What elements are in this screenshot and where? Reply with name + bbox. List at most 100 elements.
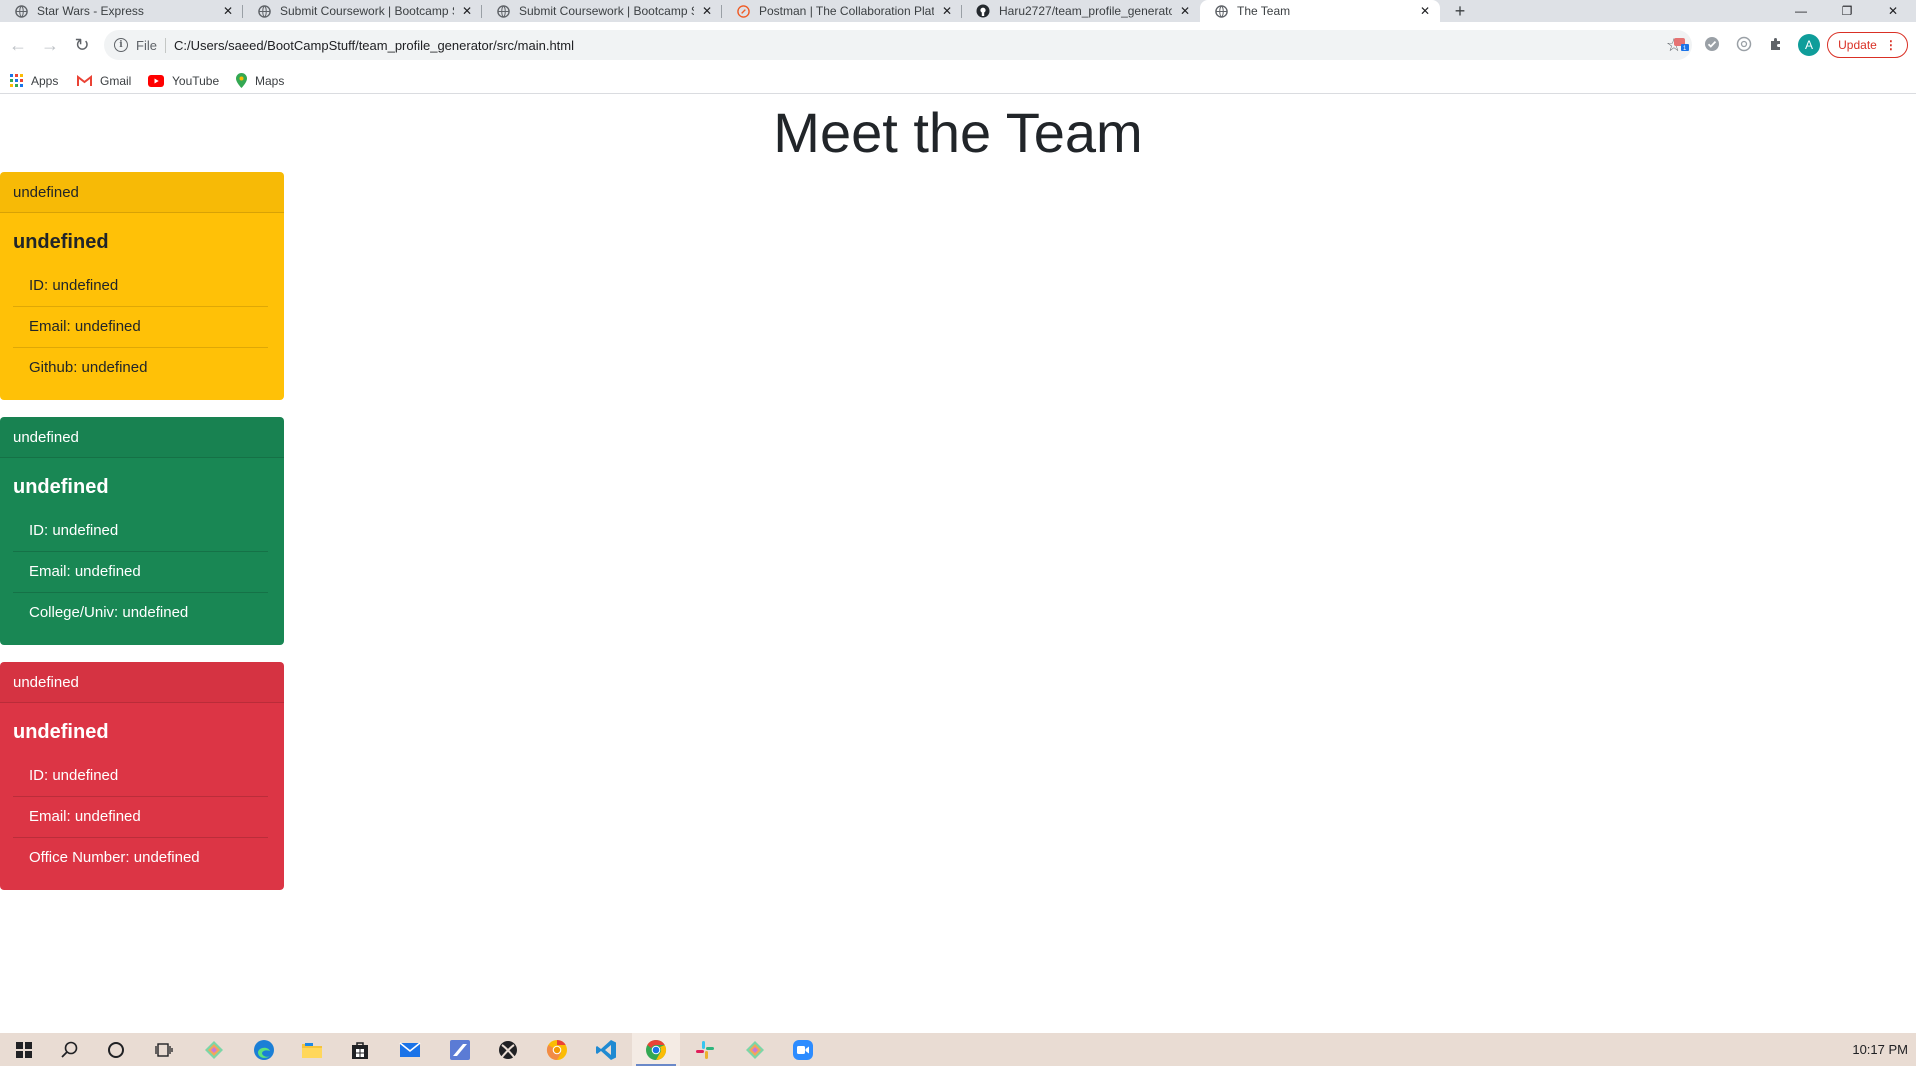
close-icon[interactable]: ✕ [1418, 4, 1432, 18]
back-arrow-icon[interactable]: ← [4, 22, 32, 68]
card-email-row: Email: undefined [13, 307, 268, 348]
card-header: undefined [0, 662, 284, 703]
slack-icon[interactable] [681, 1033, 729, 1066]
zoom-icon[interactable] [779, 1033, 827, 1066]
xbox-icon[interactable] [484, 1033, 532, 1066]
bookmark-label: YouTube [172, 73, 220, 88]
window-close-icon[interactable]: ✕ [1870, 0, 1916, 22]
circle-extension-icon[interactable] [1734, 34, 1754, 54]
card-header: undefined [0, 417, 284, 458]
puzzle-icon[interactable] [1766, 34, 1786, 54]
address-url[interactable]: C:/Users/saeed/BootCampStuff/team_profil… [174, 38, 574, 53]
card-name: undefined [13, 231, 109, 253]
address-bar[interactable]: i File C:/Users/saeed/BootCampStuff/team… [104, 30, 1692, 60]
bookmark-gmail[interactable]: Gmail [77, 68, 131, 93]
card-office-row: Office Number: undefined [29, 849, 200, 866]
page-content: Meet the Team undefined undefined ID: un… [0, 95, 1916, 1033]
gmail-icon [77, 74, 92, 87]
store-icon[interactable] [336, 1033, 384, 1066]
tab-star-wars[interactable]: Star Wars - Express ✕ [0, 0, 243, 22]
card-body: undefined ID: undefined Email: undefined… [0, 213, 284, 389]
globe-icon [496, 4, 510, 18]
tab-title: Submit Coursework | Bootcamp S [280, 4, 454, 18]
close-icon[interactable]: ✕ [700, 4, 714, 18]
tab-strip: Star Wars - Express ✕ Submit Coursework … [0, 0, 1916, 22]
extension-icon[interactable]: 1 [1672, 34, 1692, 54]
tab-title: Star Wars - Express [37, 4, 144, 18]
bookmark-apps[interactable]: Apps [10, 68, 58, 93]
card-id-row: ID: undefined [13, 266, 268, 307]
restore-icon[interactable]: ❐ [1824, 0, 1870, 22]
card-email-row: Email: undefined [13, 797, 268, 838]
card-header: undefined [0, 172, 284, 213]
vscode-icon[interactable] [582, 1033, 630, 1066]
taskbar-clock[interactable]: 10:17 PM [1852, 1033, 1908, 1066]
tab-the-team[interactable]: The Team ✕ [1200, 0, 1440, 22]
windows-taskbar: 10:17 PM [0, 1033, 1916, 1066]
close-icon[interactable]: ✕ [1178, 4, 1192, 18]
youtube-icon [148, 74, 164, 87]
forward-arrow-icon[interactable]: → [36, 22, 64, 68]
bookmark-label: Maps [255, 73, 285, 88]
tab-title: The Team [1237, 4, 1291, 18]
cortana-icon[interactable] [92, 1033, 140, 1066]
windows-start-icon[interactable] [0, 1033, 48, 1066]
new-tab-button[interactable]: + [1449, 0, 1471, 22]
search-icon[interactable] [45, 1033, 93, 1066]
bookmark-youtube[interactable]: YouTube [148, 68, 219, 93]
chrome-icon[interactable] [632, 1033, 680, 1066]
app-icon[interactable] [436, 1033, 484, 1066]
close-icon[interactable]: ✕ [460, 4, 474, 18]
task-view-icon[interactable] [140, 1033, 188, 1066]
card-name: undefined [13, 721, 109, 743]
tab-submit-coursework-2[interactable]: Submit Coursework | Bootcamp S ✕ [482, 0, 722, 22]
mail-icon[interactable] [386, 1033, 434, 1066]
globe-icon [257, 4, 271, 18]
bookmarks-bar: Apps Gmail YouTube Maps [0, 68, 1916, 94]
check-extension-icon[interactable] [1702, 34, 1722, 54]
card-email-row: Email: undefined [13, 552, 268, 593]
close-icon[interactable]: ✕ [940, 4, 954, 18]
maps-pin-icon [236, 73, 247, 88]
employee-card-manager: undefined undefined ID: undefined Email:… [0, 662, 284, 890]
gitkraken-icon[interactable] [190, 1033, 238, 1066]
card-body: undefined ID: undefined Email: undefined… [0, 703, 284, 879]
update-button[interactable]: Update ⋮ [1827, 32, 1908, 58]
address-scheme: File [136, 37, 166, 53]
globe-icon [14, 4, 28, 18]
employee-card-engineer: undefined undefined ID: undefined Email:… [0, 172, 284, 400]
apps-grid-icon [10, 74, 23, 87]
card-id-row: ID: undefined [13, 756, 268, 797]
tab-title: Haru2727/team_profile_generato [999, 4, 1172, 18]
tab-title: Postman | The Collaboration Plat [759, 4, 934, 18]
reload-icon[interactable]: ↻ [68, 22, 96, 68]
postman-icon [736, 4, 750, 18]
bookmark-label: Gmail [100, 73, 132, 88]
edge-icon[interactable] [240, 1033, 288, 1066]
chrome-canary-icon[interactable] [533, 1033, 581, 1066]
minimize-icon[interactable]: — [1778, 0, 1824, 22]
github-icon [976, 4, 990, 18]
close-icon[interactable]: ✕ [221, 4, 235, 18]
info-icon[interactable]: i [114, 38, 128, 52]
browser-toolbar: ← → ↻ i File C:/Users/saeed/BootCampStuf… [0, 22, 1916, 68]
bookmark-maps[interactable]: Maps [236, 68, 284, 93]
bookmark-label: Apps [31, 73, 59, 88]
kebab-menu-icon: ⋮ [1884, 38, 1897, 52]
update-label: Update [1838, 38, 1877, 52]
tab-submit-coursework-1[interactable]: Submit Coursework | Bootcamp S ✕ [243, 0, 482, 22]
card-name: undefined [13, 476, 109, 498]
card-body: undefined ID: undefined Email: undefined… [0, 458, 284, 634]
employee-card-intern: undefined undefined ID: undefined Email:… [0, 417, 284, 645]
page-title: Meet the Team [773, 101, 1143, 164]
tab-github[interactable]: Haru2727/team_profile_generato ✕ [962, 0, 1200, 22]
card-github-row: Github: undefined [29, 359, 148, 376]
avatar[interactable]: A [1798, 34, 1820, 56]
globe-icon [1214, 4, 1228, 18]
tab-postman[interactable]: Postman | The Collaboration Plat ✕ [722, 0, 962, 22]
card-college-row: College/Univ: undefined [29, 604, 189, 621]
file-explorer-icon[interactable] [288, 1033, 336, 1066]
gitkraken-icon[interactable] [731, 1033, 779, 1066]
tab-title: Submit Coursework | Bootcamp S [519, 4, 694, 18]
card-id-row: ID: undefined [13, 511, 268, 552]
